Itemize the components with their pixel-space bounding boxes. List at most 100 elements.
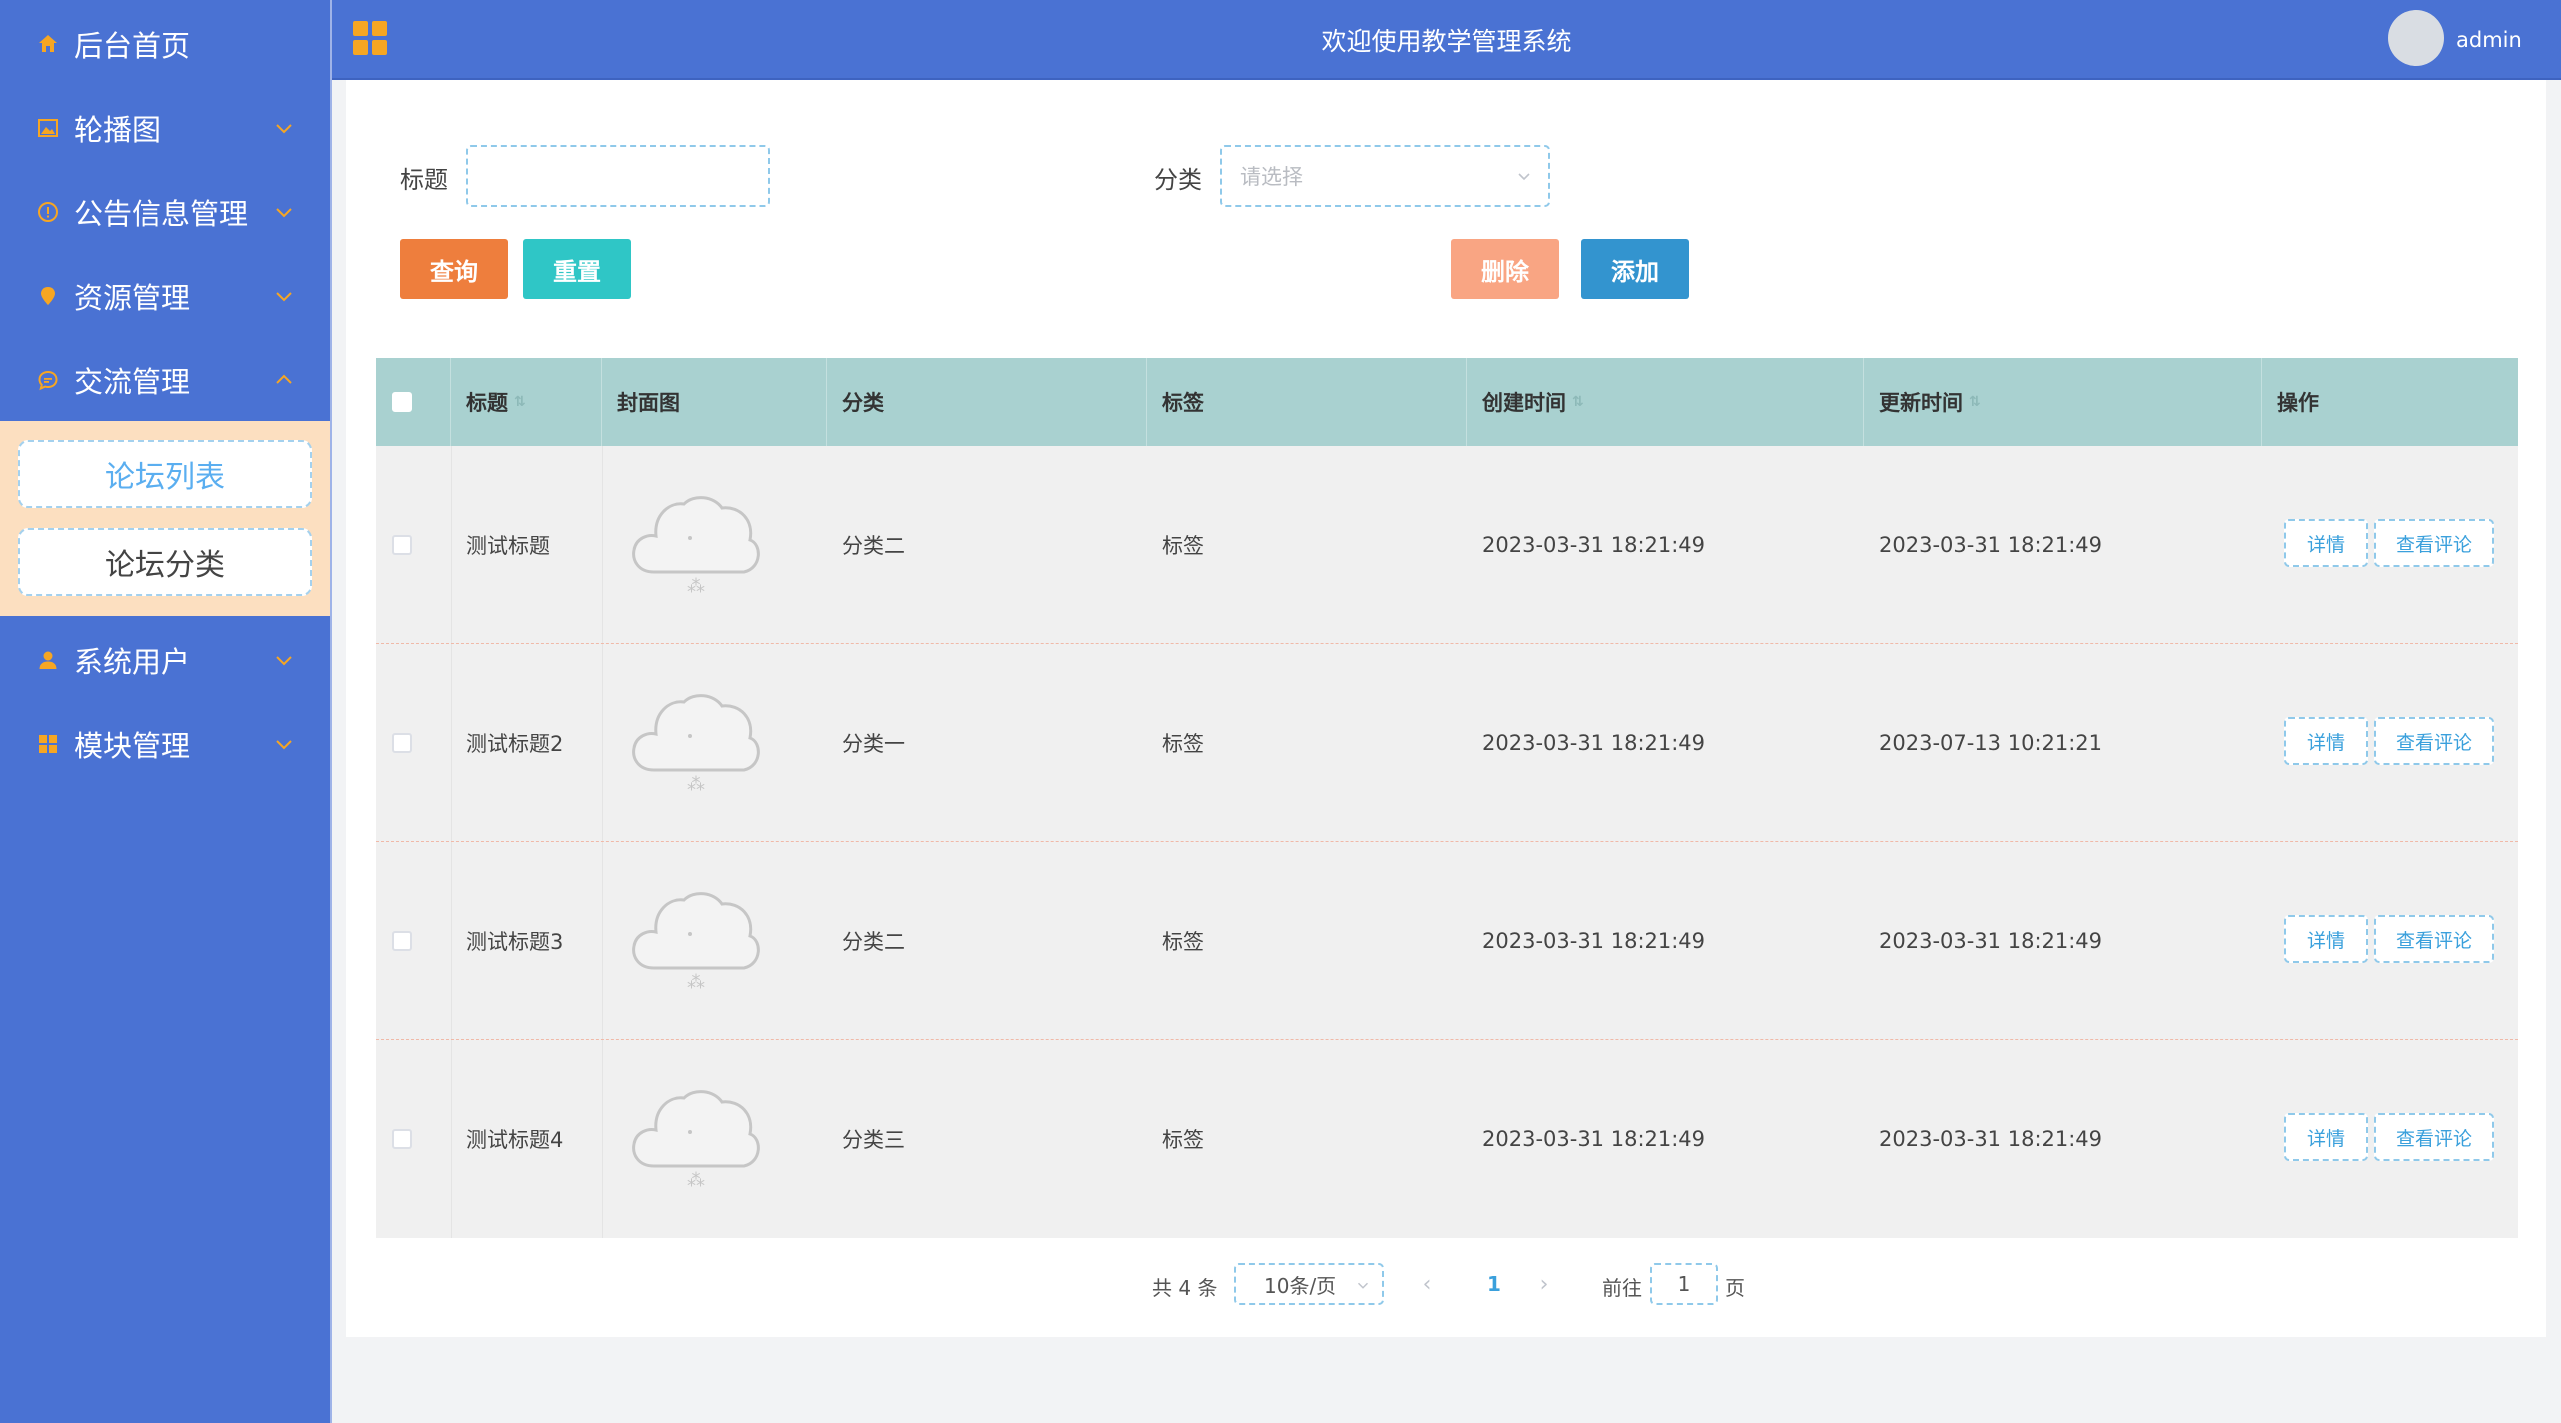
delete-button[interactable]: 删除 — [1451, 239, 1559, 299]
cell-tag: 标签 — [1162, 1128, 1204, 1152]
chevron-up-icon — [276, 374, 292, 384]
goto-label: 前往 — [1602, 1276, 1642, 1300]
submenu-item-forum-list[interactable]: 论坛列表 — [18, 440, 312, 508]
category-select-placeholder: 请选择 — [1240, 165, 1303, 189]
app-root: 后台首页 轮播图 公告信息管理 资源管理 交流管理 论坛列表 论坛分类 系统用户… — [0, 0, 2561, 1423]
image-placeholder-icon: ⁂ — [632, 496, 760, 597]
column-header-label: 封面图 — [617, 391, 680, 415]
image-placeholder-icon: ⁂ — [632, 892, 760, 993]
column-header-label: 标签 — [1162, 391, 1204, 415]
chevron-down-icon — [276, 124, 292, 134]
cell-category: 分类二 — [842, 930, 905, 954]
page-size-value: 10条/页 — [1264, 1273, 1337, 1298]
cell-updated-time: 2023-03-31 18:21:49 — [1879, 929, 2103, 953]
column-header-tag: 标签 — [1147, 358, 1467, 446]
column-header-actions: 操作 — [2262, 358, 2518, 446]
page-number-current[interactable]: 1 — [1474, 1263, 1514, 1305]
svg-text:⁂: ⁂ — [687, 774, 705, 795]
cell-created-time: 2023-03-31 18:21:49 — [1482, 929, 1706, 953]
pagination-total: 共 4 条 — [1152, 1276, 1218, 1300]
goto-page-input[interactable]: 1 — [1650, 1263, 1718, 1305]
cell-tag: 标签 — [1162, 534, 1204, 558]
sidebar-item-label: 系统用户 — [74, 645, 191, 679]
submenu-communication: 论坛列表 论坛分类 — [0, 421, 330, 616]
view-comments-button[interactable]: 查看评论 — [2374, 915, 2494, 963]
next-page-icon[interactable]: › — [1532, 1272, 1556, 1297]
sort-icon[interactable]: ⇅ — [1572, 394, 1584, 410]
sidebar-item-communication[interactable]: 交流管理 — [0, 338, 330, 422]
svg-text:⁂: ⁂ — [687, 972, 705, 993]
sidebar-item-label: 交流管理 — [74, 365, 191, 399]
column-header-label: 创建时间 — [1482, 391, 1566, 415]
sidebar-item-label: 后台首页 — [74, 29, 191, 63]
row-select-cell — [376, 644, 451, 842]
avatar[interactable] — [2388, 10, 2444, 66]
row-select-cell — [376, 842, 451, 1040]
prev-page-icon[interactable]: ‹ — [1415, 1272, 1439, 1297]
cell-created-time: 2023-03-31 18:21:49 — [1482, 1127, 1706, 1151]
home-icon — [34, 30, 62, 58]
sidebar-item-notice[interactable]: 公告信息管理 — [0, 170, 330, 254]
cell-updated-time: 2023-03-31 18:21:49 — [1879, 1127, 2103, 1151]
cell-tag: 标签 — [1162, 732, 1204, 756]
detail-button[interactable]: 详情 — [2284, 717, 2368, 765]
row-checkbox[interactable] — [392, 535, 412, 555]
sidebar-item-modules[interactable]: 模块管理 — [0, 702, 330, 786]
submenu-item-forum-category[interactable]: 论坛分类 — [18, 528, 312, 596]
cell-title: 测试标题2 — [466, 732, 564, 756]
title-filter-input[interactable] — [466, 145, 770, 207]
column-header-title[interactable]: 标题 ⇅ — [451, 358, 602, 446]
sort-icon[interactable]: ⇅ — [1969, 394, 1981, 410]
username[interactable]: admin — [2456, 0, 2522, 80]
cell-updated-time: 2023-03-31 18:21:49 — [1879, 533, 2103, 557]
sidebar-item-resources[interactable]: 资源管理 — [0, 254, 330, 338]
image-icon — [34, 114, 62, 142]
cell-title: 测试标题4 — [466, 1128, 564, 1152]
add-button[interactable]: 添加 — [1581, 239, 1689, 299]
sidebar-item-users[interactable]: 系统用户 — [0, 618, 330, 702]
sidebar-item-home[interactable]: 后台首页 — [0, 2, 330, 86]
cell-category: 分类一 — [842, 732, 905, 756]
column-header-updated[interactable]: 更新时间 ⇅ — [1864, 358, 2262, 446]
table-row: 测试标题 ⁂ 分类二 标签 2023-03-31 18:21:49 2023-0… — [376, 446, 2518, 644]
chevron-down-icon — [276, 740, 292, 750]
view-comments-button[interactable]: 查看评论 — [2374, 1113, 2494, 1161]
sidebar: 后台首页 轮播图 公告信息管理 资源管理 交流管理 论坛列表 论坛分类 系统用户… — [0, 0, 332, 1423]
sort-icon[interactable]: ⇅ — [514, 394, 526, 410]
grid-icon — [34, 730, 62, 758]
title-filter-label: 标题 — [400, 166, 448, 194]
chat-bubble-icon — [34, 366, 62, 394]
category-select[interactable]: 请选择 — [1220, 145, 1550, 207]
cell-category: 分类三 — [842, 1128, 905, 1152]
row-checkbox[interactable] — [392, 733, 412, 753]
detail-button[interactable]: 详情 — [2284, 519, 2368, 567]
chevron-down-icon — [276, 292, 292, 302]
view-comments-button[interactable]: 查看评论 — [2374, 717, 2494, 765]
view-comments-button[interactable]: 查看评论 — [2374, 519, 2494, 567]
image-placeholder-icon: ⁂ — [632, 694, 760, 795]
detail-button[interactable]: 详情 — [2284, 915, 2368, 963]
select-all-checkbox[interactable] — [392, 392, 412, 412]
sidebar-item-label: 资源管理 — [74, 281, 191, 315]
location-pin-icon — [34, 282, 62, 310]
sidebar-item-carousel[interactable]: 轮播图 — [0, 86, 330, 170]
cell-tag: 标签 — [1162, 930, 1204, 954]
row-select-cell — [376, 446, 451, 644]
chevron-down-icon — [276, 656, 292, 666]
cell-created-time: 2023-03-31 18:21:49 — [1482, 533, 1706, 557]
column-header-created[interactable]: 创建时间 ⇅ — [1467, 358, 1864, 446]
page-suffix-label: 页 — [1725, 1276, 1745, 1300]
svg-text:⁂: ⁂ — [687, 576, 705, 597]
table-header: 标题 ⇅ 封面图 分类 标签 创建时间 ⇅ 更新时间 ⇅ 操作 — [376, 358, 2518, 446]
cell-created-time: 2023-03-31 18:21:49 — [1482, 731, 1706, 755]
category-filter-label: 分类 — [1154, 166, 1202, 194]
reset-button[interactable]: 重置 — [523, 239, 631, 299]
forum-table: 标题 ⇅ 封面图 分类 标签 创建时间 ⇅ 更新时间 ⇅ 操作 测试标题 ⁂ 分… — [376, 358, 2518, 1238]
page-size-select[interactable]: 10条/页 — [1234, 1263, 1384, 1305]
chevron-down-icon — [1518, 173, 1530, 181]
detail-button[interactable]: 详情 — [2284, 1113, 2368, 1161]
row-select-cell — [376, 1040, 451, 1238]
row-checkbox[interactable] — [392, 1129, 412, 1149]
query-button[interactable]: 查询 — [400, 239, 508, 299]
row-checkbox[interactable] — [392, 931, 412, 951]
